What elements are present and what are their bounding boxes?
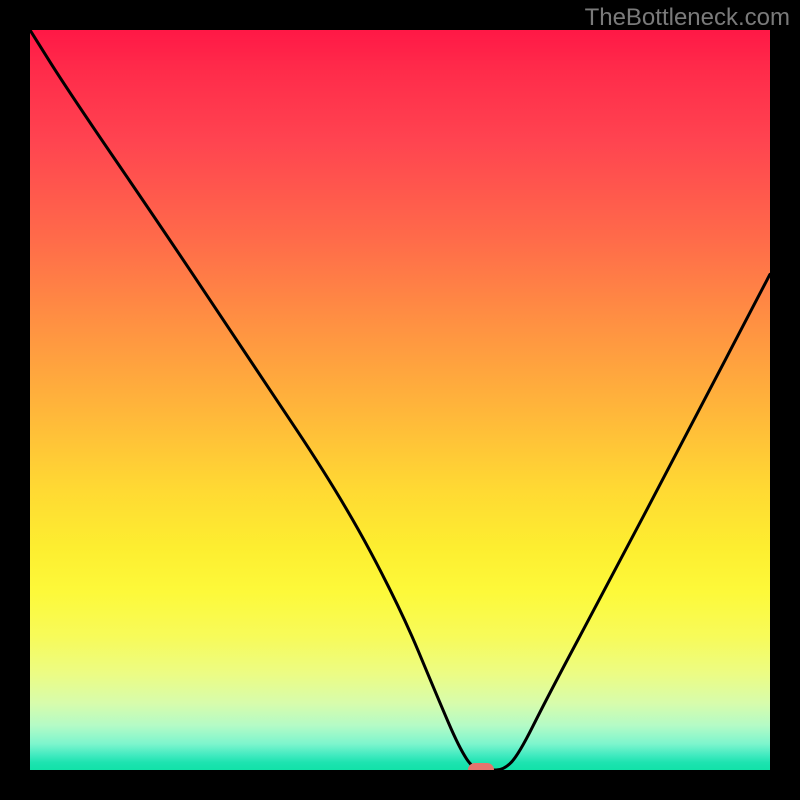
optimal-marker [468, 763, 494, 770]
watermark-text: TheBottleneck.com [585, 4, 790, 32]
plot-area [30, 30, 770, 770]
bottleneck-curve-path [30, 30, 770, 770]
curve-svg [30, 30, 770, 770]
bottleneck-chart: TheBottleneck.com [0, 0, 800, 800]
